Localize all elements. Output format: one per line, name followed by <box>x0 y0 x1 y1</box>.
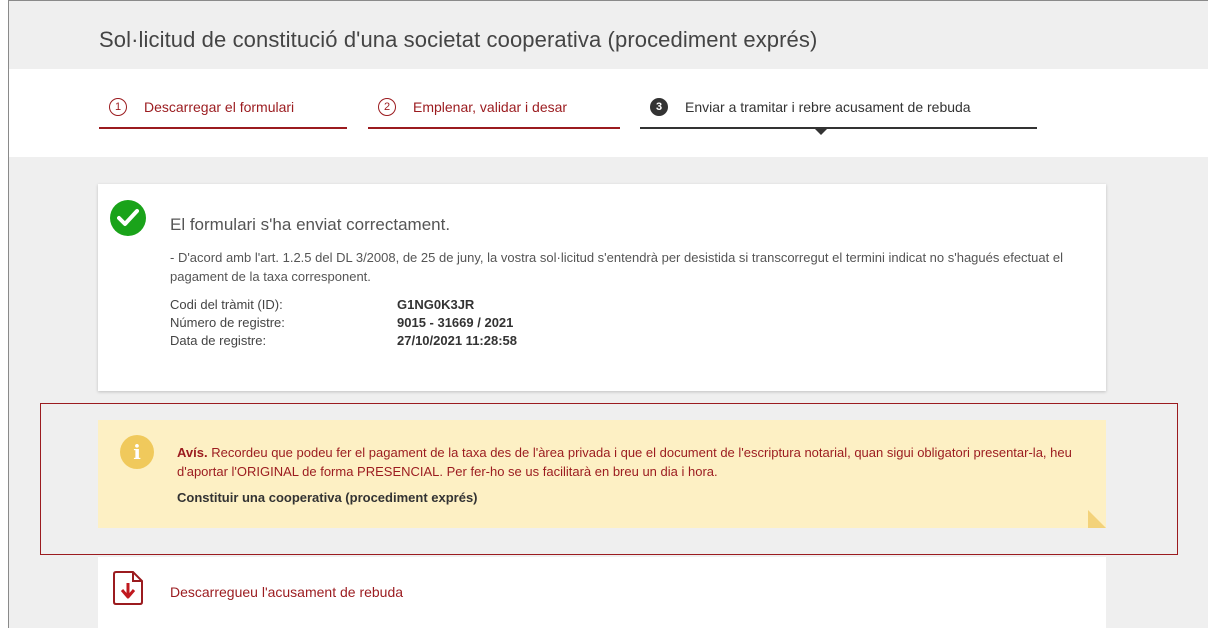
detail-row: Codi del tràmit (ID): G1NG0K3JR <box>170 296 517 314</box>
active-step-pointer-icon <box>815 129 827 135</box>
notice-text: Avís. Recordeu que podeu fer el pagament… <box>177 443 1087 481</box>
detail-value: G1NG0K3JR <box>397 297 475 312</box>
step-submit-receive[interactable]: 3 Enviar a tramitar i rebre acusament de… <box>640 97 1037 135</box>
step-number: 3 <box>650 98 668 116</box>
detail-label: Data de registre: <box>170 333 267 348</box>
detail-value: 27/10/2021 11:28:58 <box>397 333 517 348</box>
step-number: 1 <box>109 98 127 116</box>
page-fold-icon <box>1088 510 1106 528</box>
title-bar: Sol·licitud de constitució d'una societa… <box>9 1 1208 69</box>
info-icon: i <box>120 435 154 469</box>
notice-prefix: Avís. <box>177 445 208 460</box>
notice-box: i Avís. Recordeu que podeu fer el pagame… <box>98 420 1106 528</box>
pdf-download-icon[interactable] <box>111 570 145 611</box>
step-label: Emplenar, validar i desar <box>413 99 568 115</box>
page-title: Sol·licitud de constitució d'una societa… <box>99 27 818 52</box>
step-fill-validate-save[interactable]: 2 Emplenar, validar i desar <box>368 97 620 129</box>
registration-details: Codi del tràmit (ID): G1NG0K3JR Número d… <box>170 296 517 350</box>
success-title: El formulari s'ha enviat correctament. <box>170 215 451 234</box>
detail-label: Codi del tràmit (ID): <box>170 297 283 312</box>
detail-row: Número de registre: 9015 - 31669 / 2021 <box>170 314 517 332</box>
detail-label: Número de registre: <box>170 315 285 330</box>
notice-body: Recordeu que podeu fer el pagament de la… <box>177 445 1072 479</box>
check-circle-icon <box>110 200 146 236</box>
success-card: El formulari s'ha enviat correctament. -… <box>98 184 1106 391</box>
detail-row: Data de registre: 27/10/2021 11:28:58 <box>170 332 517 350</box>
constitute-cooperative-link[interactable]: Constituir una cooperativa (procediment … <box>177 490 478 505</box>
step-label: Enviar a tramitar i rebre acusament de r… <box>685 99 971 115</box>
app-frame: Sol·licitud de constitució d'una societa… <box>8 0 1208 628</box>
step-number: 2 <box>378 98 396 116</box>
steps-nav: 1 Descarregar el formulari 2 Emplenar, v… <box>9 69 1208 157</box>
download-card: Descarregueu l'acusament de rebuda <box>98 557 1106 628</box>
step-download-form[interactable]: 1 Descarregar el formulari <box>99 97 347 129</box>
detail-value: 9015 - 31669 / 2021 <box>397 315 514 330</box>
download-receipt-link[interactable]: Descarregueu l'acusament de rebuda <box>170 584 403 600</box>
success-note: - D'acord amb l'art. 1.2.5 del DL 3/2008… <box>170 250 1063 284</box>
step-label: Descarregar el formulari <box>144 99 295 115</box>
